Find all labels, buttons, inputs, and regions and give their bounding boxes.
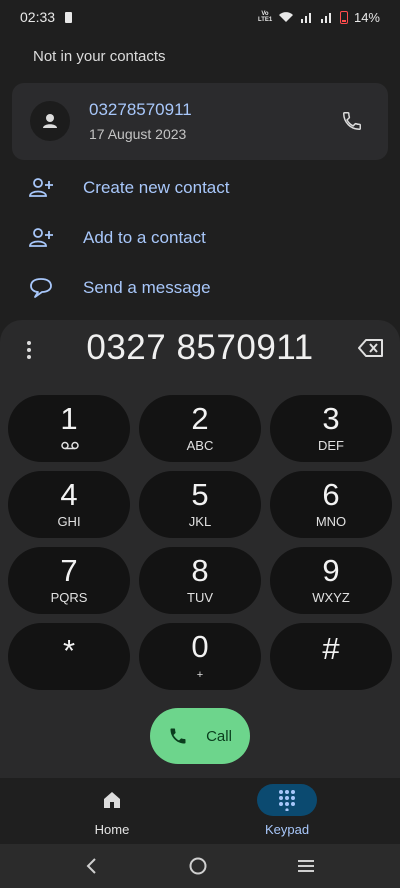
wifi-icon [278, 12, 293, 22]
signal-icon-2 [320, 13, 331, 23]
key-digit: 5 [191, 477, 209, 512]
key-digit: 0 [191, 629, 209, 664]
nav-keypad-label: Keypad [264, 822, 310, 837]
key-3[interactable]: 3 DEF [270, 395, 392, 462]
key-digit: * [62, 633, 76, 668]
call-label: Call [206, 727, 232, 745]
key-digit: 3 [322, 401, 340, 436]
status-bar: 02:33 Vo LTE1 14% [0, 0, 400, 34]
key-letters: JKL [188, 514, 212, 529]
key-8[interactable]: 8 TUV [139, 547, 261, 614]
recents-icon[interactable] [296, 858, 316, 874]
key-letters: MNO [315, 514, 347, 529]
keypad-pill [257, 784, 317, 816]
key-digit: 2 [191, 401, 209, 436]
key-digit: 9 [322, 553, 340, 588]
section-label: Not in your contacts [33, 48, 166, 65]
home-circle-icon[interactable] [188, 856, 208, 876]
message-icon [30, 278, 52, 298]
volte-indicator: Vo LTE1 [257, 11, 273, 23]
sim-card-icon [65, 11, 73, 23]
dialed-number[interactable]: 0327 8570911 [0, 328, 400, 368]
call-date: 17 August 2023 [89, 126, 187, 142]
key-4[interactable]: 4 GHI [8, 471, 130, 538]
battery-percent: 14% [353, 9, 380, 25]
nav-home-label: Home [94, 822, 130, 837]
call-button[interactable]: Call [150, 708, 250, 764]
add-person-icon [29, 178, 53, 197]
call-back-button[interactable] [338, 107, 366, 135]
person-icon [43, 114, 57, 128]
key-letters: + [196, 669, 204, 681]
add-to-contact-label: Add to a contact [83, 228, 206, 247]
phone-icon [343, 112, 361, 130]
key-6[interactable]: 6 MNO [270, 471, 392, 538]
signal-icon [300, 13, 311, 23]
backspace-icon[interactable] [358, 338, 384, 358]
key-5[interactable]: 5 JKL [139, 471, 261, 538]
key-letters: PQRS [50, 590, 88, 605]
key-digit: 6 [322, 477, 340, 512]
key-star[interactable]: * [8, 623, 130, 690]
home-pill [82, 784, 142, 816]
key-letters: GHI [57, 514, 81, 529]
system-navigation-bar [0, 844, 400, 888]
add-to-contact-action[interactable]: Add to a contact [0, 213, 400, 263]
nav-home[interactable]: Home [52, 778, 172, 844]
create-contact-label: Create new contact [83, 178, 230, 197]
home-icon [104, 792, 120, 808]
dialpad-icon [279, 790, 295, 811]
phone-icon [170, 728, 186, 744]
key-letters: ABC [186, 438, 214, 453]
caller-number: 03278570911 [89, 100, 192, 119]
key-letters: WXYZ [312, 590, 350, 605]
key-1[interactable]: 1 [8, 395, 130, 462]
key-digit: # [322, 631, 340, 666]
create-contact-action[interactable]: Create new contact [0, 163, 400, 213]
key-9[interactable]: 9 WXYZ [270, 547, 392, 614]
battery-icon [339, 10, 348, 24]
key-letters: DEF [318, 438, 344, 453]
back-icon[interactable] [84, 857, 100, 875]
key-letters: TUV [187, 590, 213, 605]
add-person-icon [29, 228, 53, 247]
key-digit: 8 [191, 553, 209, 588]
key-hash[interactable]: # [270, 623, 392, 690]
key-digit: 1 [60, 401, 78, 436]
bottom-navigation: Home Keypad [0, 778, 400, 844]
send-message-action[interactable]: Send a message [0, 263, 400, 313]
call-log-card[interactable]: 03278570911 17 August 2023 [12, 83, 388, 160]
key-digit: 4 [60, 477, 78, 512]
key-digit: 7 [60, 553, 78, 588]
key-0[interactable]: 0 + [139, 623, 261, 690]
avatar [30, 101, 70, 141]
send-message-label: Send a message [83, 278, 211, 297]
status-time: 02:33 [20, 9, 56, 25]
nav-keypad[interactable]: Keypad [227, 778, 347, 844]
key-2[interactable]: 2 ABC [139, 395, 261, 462]
key-7[interactable]: 7 PQRS [8, 547, 130, 614]
voicemail-icon [61, 441, 79, 450]
